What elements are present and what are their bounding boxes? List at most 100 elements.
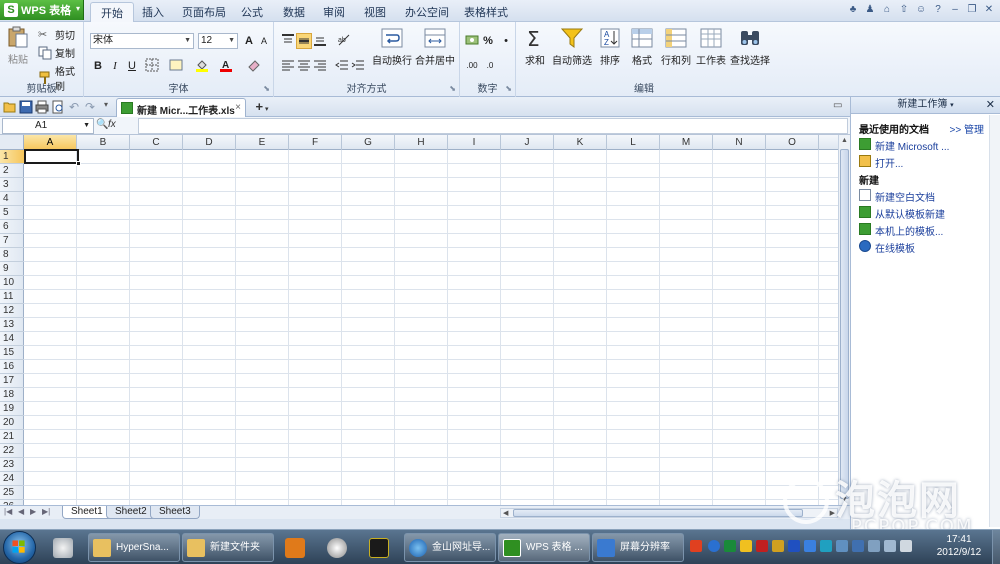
percent-button[interactable]: % (480, 33, 496, 49)
column-header-f[interactable]: F (289, 135, 342, 150)
column-header-j[interactable]: J (501, 135, 554, 150)
row-header-2[interactable]: 2 (0, 164, 24, 178)
insert-function-button[interactable]: fx (108, 119, 116, 130)
horizontal-scroll-thumb[interactable] (513, 509, 803, 517)
tab-review[interactable]: 审阅 (323, 4, 345, 22)
format-button[interactable]: 格式 (626, 27, 658, 67)
taskbar-browser[interactable]: 金山网址导... (404, 533, 496, 562)
column-header-i[interactable]: I (448, 135, 501, 150)
row-header-5[interactable]: 5 (0, 206, 24, 220)
last-sheet-icon[interactable]: ▶| (42, 507, 50, 516)
tab-insert[interactable]: 插入 (142, 4, 164, 22)
help-tray-icon[interactable] (708, 540, 720, 552)
taskbar-wps[interactable]: WPS 表格 ... (498, 533, 590, 562)
italic-button[interactable]: I (107, 58, 123, 74)
row-header-8[interactable]: 8 (0, 248, 24, 262)
decrease-indent-button[interactable] (334, 58, 350, 74)
column-header-g[interactable]: G (342, 135, 395, 150)
font-name-select[interactable]: 宋体 ▼ (90, 33, 194, 49)
sheet-tab-sheet3[interactable]: Sheet3 (150, 506, 200, 519)
clock[interactable]: 17:41 2012/9/12 (930, 533, 988, 559)
row-header-14[interactable]: 14 (0, 332, 24, 346)
column-header-k[interactable]: K (554, 135, 607, 150)
new-blank-item[interactable]: 新建空白文档 (859, 189, 935, 204)
shrink-font-button[interactable]: A (256, 33, 272, 49)
document-tab[interactable]: 新建 Micr...工作表.xls × (116, 98, 246, 117)
input-method-icon[interactable] (690, 540, 702, 552)
task-pane-header[interactable]: 新建工作簿 ▾ ✕ (851, 97, 1000, 114)
increase-decimal-button[interactable]: .00 (464, 58, 480, 74)
rows-columns-button[interactable]: 行和列 (658, 27, 694, 67)
zoom-icon[interactable]: 🔍 (96, 119, 108, 130)
tray-app-icon[interactable] (836, 540, 848, 552)
row-header-12[interactable]: 12 (0, 304, 24, 318)
security-icon[interactable] (724, 540, 736, 552)
next-sheet-icon[interactable]: ▶ (30, 507, 36, 516)
name-box[interactable]: A1 ▼ (2, 118, 94, 134)
dialog-launcher-icon[interactable]: ⬊ (449, 84, 456, 93)
open-folder-icon[interactable] (3, 100, 17, 114)
row-header-21[interactable]: 21 (0, 430, 24, 444)
signal-icon[interactable] (884, 540, 896, 552)
fill-color-button[interactable] (194, 58, 210, 74)
column-header-m[interactable]: M (660, 135, 713, 150)
speaker-icon[interactable] (900, 540, 912, 552)
align-top-button[interactable] (280, 33, 296, 49)
merge-center-button[interactable]: 合并居中 (414, 27, 456, 67)
row-header-9[interactable]: 9 (0, 262, 24, 276)
shirt-icon[interactable]: ♟ (863, 3, 877, 17)
new-from-default-item[interactable]: 从默认模板新建 (859, 206, 945, 221)
volume-icon[interactable] (868, 540, 880, 552)
manage-link[interactable]: >> 管理 (950, 121, 984, 136)
save-icon[interactable] (19, 100, 33, 114)
vertical-scrollbar[interactable]: ▲ ▼ (838, 135, 850, 505)
column-header-c[interactable]: C (130, 135, 183, 150)
prev-sheet-icon[interactable]: ◀ (18, 507, 24, 516)
online-templates-item[interactable]: 在线模板 (859, 240, 915, 255)
decrease-decimal-button[interactable]: .0 (482, 58, 498, 74)
close-tab-icon[interactable]: × (235, 102, 241, 113)
local-templates-item[interactable]: 本机上的模板... (859, 223, 943, 238)
tab-data[interactable]: 数据 (283, 4, 305, 22)
antivirus-icon[interactable] (756, 540, 768, 552)
dialog-launcher-icon[interactable]: ⬊ (505, 84, 512, 93)
row-header-23[interactable]: 23 (0, 458, 24, 472)
active-cell-a1[interactable] (24, 149, 81, 166)
horizontal-scrollbar[interactable]: ◀ ▶ (500, 508, 838, 518)
close-icon[interactable]: ✕ (982, 3, 996, 17)
home-icon[interactable]: ⌂ (880, 3, 894, 17)
clear-format-button[interactable] (246, 58, 262, 74)
scroll-left-icon[interactable]: ◀ (503, 509, 508, 517)
row-header-13[interactable]: 13 (0, 318, 24, 332)
tab-formulas[interactable]: 公式 (241, 4, 263, 22)
font-color-button[interactable]: A (218, 58, 234, 74)
pinned-app-1[interactable] (44, 533, 82, 562)
comma-style-button[interactable]: • (498, 33, 514, 49)
tab-table-style[interactable]: 表格样式 (464, 4, 508, 22)
column-header-d[interactable]: D (183, 135, 236, 150)
shield-icon[interactable] (740, 540, 752, 552)
pinned-monitor-app[interactable] (360, 533, 398, 562)
orientation-button[interactable]: ab (336, 33, 352, 49)
column-header-n[interactable]: N (713, 135, 766, 150)
row-header-25[interactable]: 25 (0, 486, 24, 500)
row-header-15[interactable]: 15 (0, 346, 24, 360)
tab-view[interactable]: 视图 (364, 4, 386, 22)
redo-icon[interactable]: ↷ (85, 100, 99, 114)
row-header-22[interactable]: 22 (0, 444, 24, 458)
new-tab-button[interactable]: + ▾ (250, 99, 274, 115)
help-icon[interactable]: ? (931, 3, 945, 17)
tab-page-layout[interactable]: 页面布局 (182, 4, 226, 22)
worksheet-button[interactable]: 工作表 (694, 27, 728, 67)
column-header-l[interactable]: L (607, 135, 660, 150)
fill-handle[interactable] (76, 161, 81, 166)
row-header-19[interactable]: 19 (0, 402, 24, 416)
skin-icon[interactable]: ♣ (846, 3, 860, 17)
pinned-clock-app[interactable] (318, 533, 356, 562)
cut-button[interactable]: ✂ 剪切 (38, 27, 75, 43)
borders-button[interactable] (144, 58, 160, 74)
row-header-3[interactable]: 3 (0, 178, 24, 192)
tab-home[interactable]: 开始 (90, 2, 134, 23)
scroll-up-icon[interactable]: ▲ (841, 137, 848, 144)
print-icon[interactable] (35, 100, 49, 114)
